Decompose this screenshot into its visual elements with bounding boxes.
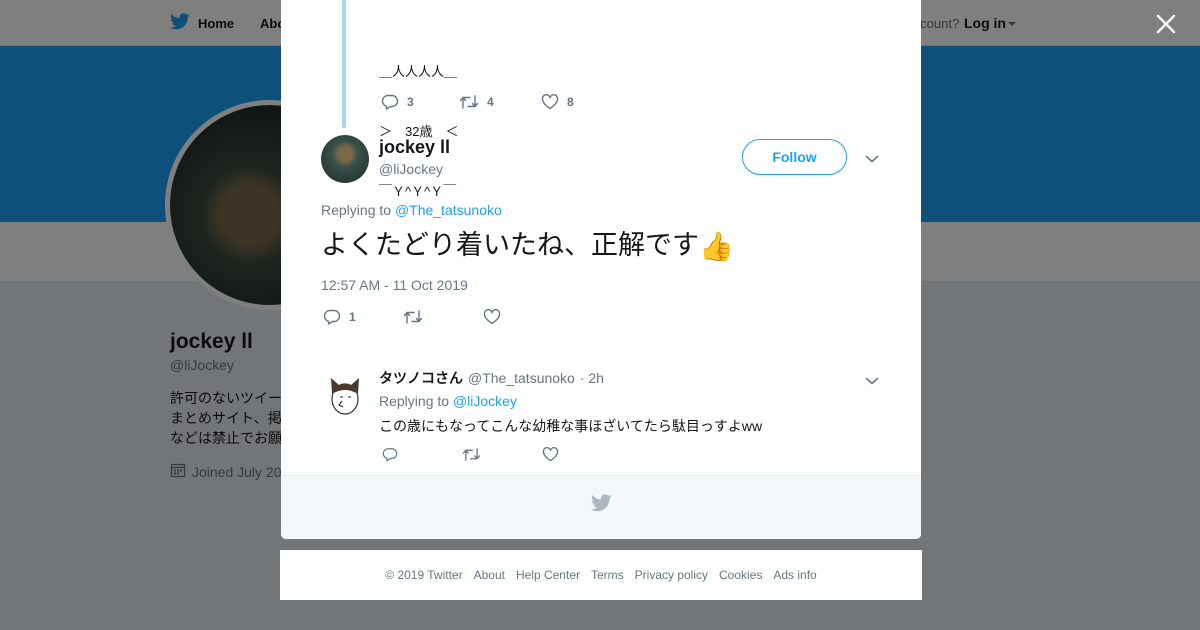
prev-tweet-line: ＿人人人人＿ (379, 64, 458, 79)
reply-count: 1 (349, 310, 356, 324)
chevron-down-icon[interactable] (865, 373, 879, 391)
heart-icon (483, 309, 501, 325)
like-count: 8 (567, 95, 574, 109)
footer-link-about[interactable]: About (474, 568, 505, 582)
reply-tweet-header: タツノコさん @The_tatsunoko · 2h (379, 368, 604, 388)
close-icon[interactable] (1150, 8, 1182, 40)
footer-link-terms[interactable]: Terms (591, 568, 624, 582)
retweet-button[interactable]: 4 (459, 94, 541, 110)
chevron-down-icon[interactable] (865, 151, 879, 169)
prev-tweet-actions: 3 4 8 (381, 94, 574, 110)
retweet-icon (459, 94, 479, 110)
replying-to: Replying to @liJockey (379, 393, 517, 409)
reply-icon (381, 94, 399, 110)
retweet-button[interactable] (462, 447, 542, 462)
tweet-author-name[interactable]: タツノコさん (379, 368, 463, 388)
main-tweet-actions: 1 (323, 309, 509, 325)
footer-copyright: © 2019 Twitter (385, 568, 463, 582)
reply-button[interactable]: 1 (323, 309, 403, 325)
retweet-button[interactable] (403, 309, 483, 325)
retweet-count: 4 (487, 95, 494, 109)
footer-link-help-center[interactable]: Help Center (516, 568, 580, 582)
avatar[interactable] (321, 135, 369, 183)
follow-button[interactable]: Follow (742, 139, 847, 175)
heart-icon (542, 447, 559, 462)
site-footer: © 2019 Twitter About Help Center Terms P… (280, 550, 922, 600)
reply-icon (323, 309, 341, 325)
tweet-text-body: よくたどり着いたね、正解です (321, 230, 699, 260)
tweet-timestamp[interactable]: 12:57 AM - 11 Oct 2019 (321, 277, 468, 293)
reply-icon (382, 447, 398, 462)
replying-to-mention[interactable]: @liJockey (453, 393, 517, 409)
tweet-author-handle[interactable]: @liJockey (379, 161, 443, 177)
thread-connector-line (342, 0, 346, 128)
tweet-text: よくたどり着いたね、正解です👍 (321, 225, 734, 267)
replying-to-prefix: Replying to (321, 202, 392, 218)
heart-icon (541, 94, 559, 110)
reply-button[interactable]: 3 (381, 94, 459, 110)
reply-count: 3 (407, 95, 414, 109)
like-button[interactable]: 8 (541, 94, 574, 110)
thumbs-up-emoji: 👍 (699, 231, 734, 262)
footer-link-ads-info[interactable]: Ads info (773, 568, 816, 582)
retweet-icon (462, 447, 481, 462)
tweet-author-name[interactable]: jockey ll (379, 137, 450, 158)
tweet-modal: ＿人人人人＿ ＞ 32歳 ＜ ￣Ｙ^Ｙ^Ｙ￣ 3 4 8 jockey ll @… (281, 0, 921, 539)
like-button[interactable] (483, 309, 509, 325)
tweet-time[interactable]: · 2h (580, 370, 604, 386)
replying-to: Replying to @The_tatsunoko (321, 202, 502, 218)
replying-to-prefix: Replying to (379, 393, 450, 409)
like-button[interactable] (542, 447, 559, 462)
tweet-author-handle[interactable]: @The_tatsunoko (468, 370, 575, 386)
prev-tweet-line: ￣Ｙ^Ｙ^Ｙ￣ (379, 184, 457, 199)
reply-tweet-actions (382, 447, 559, 462)
footer-link-privacy-policy[interactable]: Privacy policy (635, 568, 708, 582)
footer-link-cookies[interactable]: Cookies (719, 568, 762, 582)
retweet-icon (403, 309, 423, 325)
twitter-bird-icon (591, 494, 612, 517)
reply-button[interactable] (382, 447, 462, 462)
tweet-text: この歳にもなってこんな幼稚な事ほざいてたら駄目っすよww (379, 418, 763, 434)
avatar[interactable] (329, 374, 361, 416)
modal-footer (281, 475, 921, 539)
replying-to-mention[interactable]: @The_tatsunoko (395, 202, 502, 218)
